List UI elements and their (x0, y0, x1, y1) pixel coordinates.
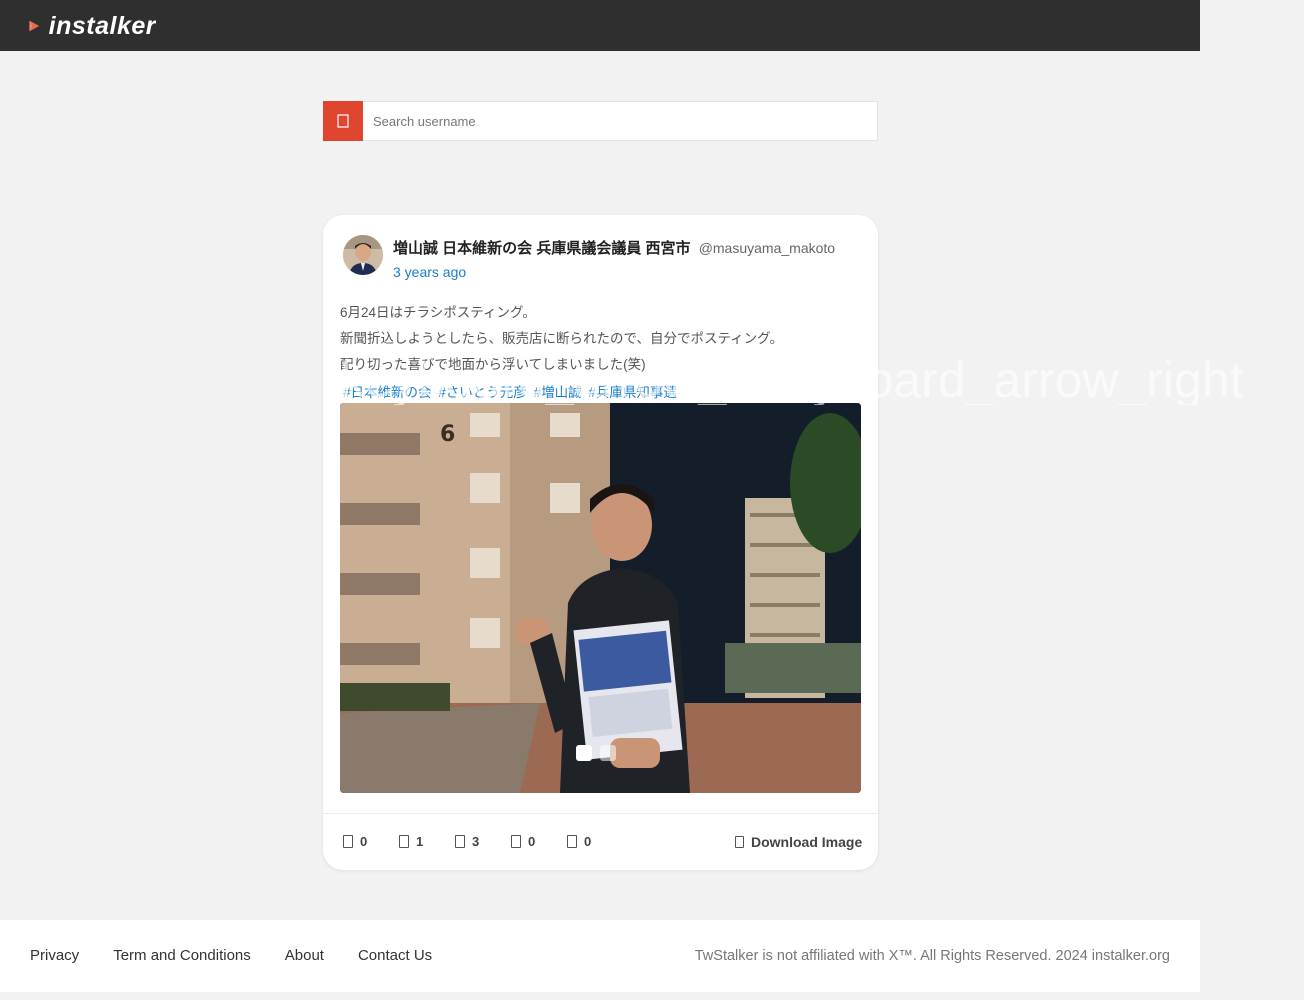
post-text-line: 6月24日はチラシポスティング。 (340, 305, 536, 320)
footer-copyright: TwStalker is not affiliated with X™. All… (694, 948, 1170, 964)
carousel-next-button[interactable]: keyboard_arrow_right (760, 355, 1304, 405)
logo-icon (29, 20, 40, 32)
footer-link-terms[interactable]: Term and Conditions (113, 947, 251, 964)
author-line: 増山誠 日本維新の会 兵庫県議会議員 西宮市 @masuyama_makoto (393, 237, 835, 258)
stat-item[interactable]: 1 (399, 834, 455, 849)
retweet-icon (399, 835, 409, 848)
footer: Privacy Term and Conditions About Contac… (0, 920, 1200, 992)
stat-count: 0 (584, 834, 592, 849)
search-input[interactable] (363, 102, 877, 140)
footer-link-about[interactable]: About (285, 947, 324, 964)
logo-text: instalker (48, 12, 156, 40)
footer-links: Privacy Term and Conditions About Contac… (30, 947, 466, 964)
stat-count: 3 (472, 834, 480, 849)
view-icon (567, 835, 577, 848)
stat-item[interactable]: 0 (567, 834, 623, 849)
stat-item[interactable]: 0 (511, 834, 567, 849)
carousel-dot-active[interactable] (576, 745, 592, 761)
post-text-line: 新聞折込しようとしたら、販売店に断られたので、自分でポスティング。 (340, 331, 784, 346)
search-button[interactable] (323, 101, 363, 141)
search-icon (337, 114, 349, 128)
post-card: 増山誠 日本維新の会 兵庫県議会議員 西宮市 @masuyama_makoto … (323, 215, 878, 870)
divider (323, 813, 878, 814)
stat-count: 0 (528, 834, 536, 849)
download-icon (735, 836, 744, 848)
quote-icon (511, 835, 521, 848)
stat-count: 0 (360, 834, 368, 849)
reply-icon (343, 835, 353, 848)
footer-link-privacy[interactable]: Privacy (30, 947, 79, 964)
carousel-dot[interactable] (600, 745, 616, 761)
author-handle[interactable]: @masuyama_makoto (699, 240, 835, 256)
post-image[interactable]: 6 (340, 403, 861, 793)
like-icon (455, 835, 465, 848)
post-stats: 0 1 3 0 0 (343, 834, 623, 849)
top-bar: instalker (0, 0, 1200, 51)
carousel-indicators (576, 745, 616, 761)
stat-item[interactable]: 0 (343, 834, 399, 849)
carousel-prev-button[interactable]: keyboard_arrow_left (340, 355, 810, 405)
search-bar (323, 101, 878, 141)
author-name[interactable]: 増山誠 日本維新の会 兵庫県議会議員 西宮市 (393, 240, 691, 257)
post-time[interactable]: 3 years ago (393, 264, 466, 280)
footer-link-contact[interactable]: Contact Us (358, 947, 432, 964)
download-image-button[interactable]: Download Image (735, 834, 862, 850)
svg-text:6: 6 (440, 422, 455, 447)
logo[interactable]: instalker (28, 12, 156, 40)
stat-count: 1 (416, 834, 424, 849)
download-label: Download Image (751, 834, 863, 850)
avatar[interactable] (343, 235, 383, 275)
stat-item[interactable]: 3 (455, 834, 511, 849)
